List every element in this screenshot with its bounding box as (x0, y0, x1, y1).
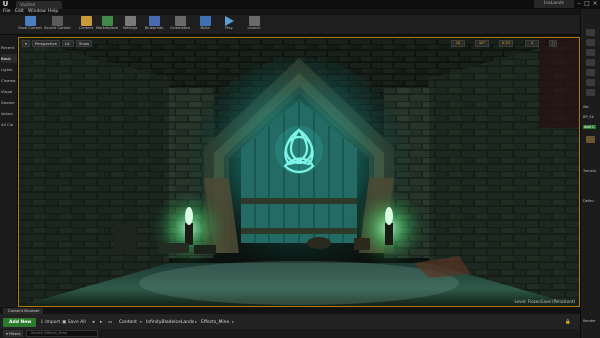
category-lights[interactable]: Lights (1, 65, 17, 74)
project-name: IceLands (534, 0, 574, 8)
history-back-icon[interactable]: ◂ (92, 318, 94, 327)
panel-tool-icon[interactable] (586, 79, 595, 86)
grid-snap-value[interactable]: 10 (451, 40, 465, 47)
scene-render[interactable] (19, 38, 579, 306)
import-button[interactable]: ⇩ Import (40, 318, 60, 327)
source-control-button[interactable]: Source Control (44, 16, 70, 34)
breadcrumb-effects-mine[interactable]: Effects_Mine (201, 318, 229, 327)
panel-tool-icon[interactable] (586, 29, 595, 36)
title-bar: U Vaulted IceLands – □ × (0, 0, 600, 9)
panel-tool-icon[interactable] (586, 89, 595, 96)
breadcrumb-dropdown-icon[interactable]: ▸ (232, 318, 234, 327)
maximize-icon[interactable]: □ (583, 0, 591, 8)
place-mode-panel: Recent Basic Lights Cinema Visual Geome … (0, 35, 18, 307)
minimize-icon[interactable]: – (575, 0, 583, 8)
selected-actor-label[interactable]: BP_Sk (583, 115, 594, 119)
category-basic[interactable]: Basic (1, 54, 17, 63)
settings-button[interactable]: Settings (117, 16, 143, 34)
viewport-options-button[interactable]: ▾ (22, 40, 30, 47)
close-icon[interactable]: × (591, 0, 599, 8)
scale-snap-value[interactable]: 0.25 (499, 40, 513, 47)
save-current-button[interactable]: Save Current (17, 16, 43, 34)
category-visual[interactable]: Visual (1, 87, 17, 96)
rendering-section[interactable]: Render (583, 319, 596, 323)
launch-button[interactable]: Launch (241, 16, 267, 34)
actor-thumbnail-icon (586, 136, 595, 143)
play-button[interactable]: Play (216, 16, 242, 34)
rotation-snap-value[interactable]: 10° (475, 40, 489, 47)
category-recent[interactable]: Recent (1, 43, 17, 52)
save-icon (24, 16, 36, 26)
add-component-button[interactable]: Add C (583, 125, 596, 129)
current-level-label: Level: FrozenCove (Persistent) (514, 299, 575, 304)
content-search-input[interactable]: Search Effects_Mine (26, 330, 98, 337)
build-button[interactable]: Build (192, 16, 218, 34)
content-browser-tabbar: Content Browser (0, 307, 580, 314)
marketplace-icon (101, 16, 113, 26)
blueprint-icon (148, 16, 160, 26)
camera-speed-value[interactable]: 4 (525, 40, 539, 47)
blueprints-button[interactable]: Blueprints (141, 16, 167, 34)
level-viewport[interactable]: ▾ Perspective Lit Show 10 10° 0.25 4 ⛶ L… (18, 37, 580, 307)
view-mode-button[interactable]: Lit (62, 40, 74, 47)
main-toolbar: Save Current Source Control Content Mark… (0, 15, 580, 35)
category-cinematic[interactable]: Cinema (1, 76, 17, 85)
cinematics-button[interactable]: Cinematics (167, 16, 193, 34)
clapperboard-icon (174, 16, 186, 26)
transform-section[interactable]: Transfo (583, 169, 596, 173)
history-forward-icon[interactable]: ▸ (100, 318, 102, 327)
gear-icon (124, 16, 136, 26)
breadcrumb-separator: ▸ (140, 320, 143, 325)
show-flags-button[interactable]: Show (76, 40, 92, 47)
content-browser-filterbar: ▾ Filters Search Effects_Mine (0, 329, 580, 338)
world-outliner-label[interactable]: Wo (583, 105, 589, 109)
category-all-classes[interactable]: All Cla (1, 120, 17, 129)
breadcrumb-infinityblade[interactable]: InfinityBladeIceLands (146, 318, 194, 327)
folder-icon: ▭ (108, 320, 113, 325)
folder-icon (80, 16, 92, 26)
panel-tool-icon[interactable] (586, 39, 595, 46)
play-icon (224, 16, 234, 26)
breadcrumb-separator: ▸ (195, 320, 198, 325)
panel-tool-icon[interactable] (586, 59, 595, 66)
unreal-editor-window: U Vaulted IceLands – □ × File Edit Windo… (0, 0, 600, 338)
save-all-button[interactable]: ▣ Save All (62, 318, 86, 327)
details-panel: Wo BP_Sk Add C Transfo Defau Render (580, 9, 600, 338)
category-volumes[interactable]: Volum (1, 109, 17, 118)
source-control-icon (51, 16, 63, 26)
breadcrumb-content[interactable]: Content (119, 318, 137, 327)
level-tab[interactable]: Vaulted (16, 1, 62, 9)
build-icon (199, 16, 211, 26)
lock-icon[interactable]: 🔒 (565, 318, 571, 327)
panel-tool-icon[interactable] (586, 49, 595, 56)
panel-tool-icon[interactable] (586, 69, 595, 76)
launch-icon (248, 16, 260, 26)
unreal-logo-icon: U (2, 0, 9, 8)
content-browser-toolbar: Add New ⇩ Import ▣ Save All ◂ ▸ ▭ Conten… (0, 314, 580, 329)
filters-dropdown[interactable]: ▾ Filters (3, 330, 23, 337)
default-section[interactable]: Defau (583, 199, 594, 203)
add-new-button[interactable]: Add New (3, 318, 36, 327)
perspective-button[interactable]: Perspective (32, 40, 60, 47)
category-geometry[interactable]: Geome (1, 98, 17, 107)
maximize-viewport-icon[interactable]: ⛶ (549, 40, 557, 47)
